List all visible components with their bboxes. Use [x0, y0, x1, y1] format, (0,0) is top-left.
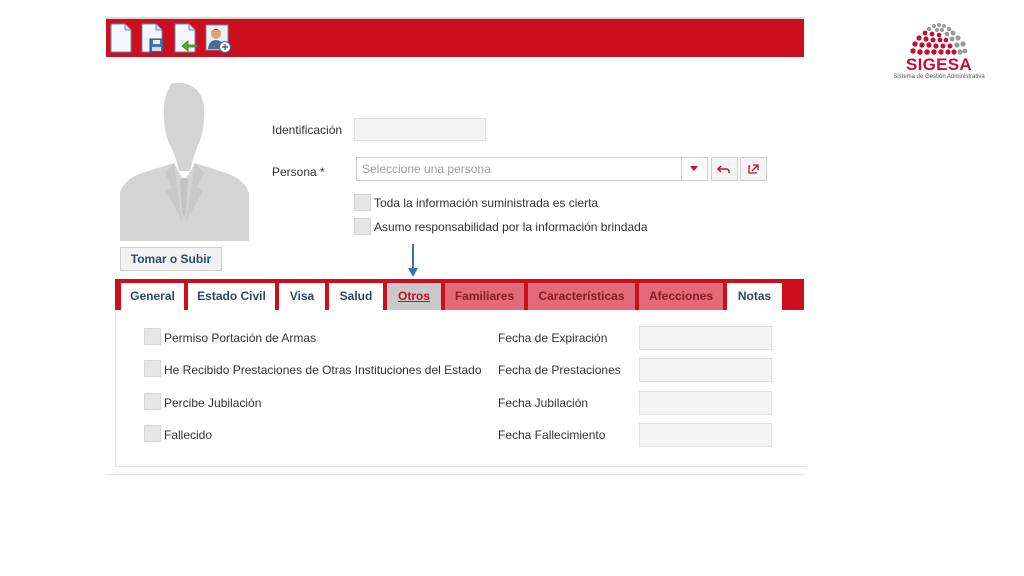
external-link-icon [748, 164, 759, 174]
new-document-icon [110, 23, 132, 53]
export-document-icon [174, 23, 198, 53]
undo-arrow-icon [716, 165, 730, 173]
open-external-button[interactable] [740, 157, 767, 181]
tab-familiares[interactable]: Familiares [445, 283, 524, 310]
identificacion-input[interactable] [354, 118, 486, 141]
sigesa-logo: SIGESA Sistema de Gestión Administrativa [893, 22, 985, 86]
tab-visa[interactable]: Visa [279, 283, 325, 310]
add-person-icon [205, 24, 231, 53]
persona-dropdown-button[interactable] [681, 157, 708, 181]
tab-notas[interactable]: Notas [727, 283, 782, 310]
tab-salud[interactable]: Salud [329, 283, 383, 310]
bottom-divider [106, 474, 804, 475]
tab-afecciones[interactable]: Afecciones [639, 283, 723, 310]
undo-button[interactable] [711, 157, 738, 181]
fecha-expiracion-label: Fecha de Expiración [498, 331, 608, 345]
save-document-button[interactable] [139, 23, 165, 53]
person-silhouette-icon [120, 83, 249, 241]
responsibility-label: Asumo responsabilidad por la información… [374, 220, 648, 234]
take-or-upload-photo-button[interactable]: Tomar o Subir [120, 247, 222, 271]
fecha-jubilacion-label: Fecha Jubilación [498, 396, 589, 410]
permiso-armas-label: Permiso Portación de Armas [164, 331, 317, 345]
persona-label: Persona * [272, 165, 325, 179]
fecha-jubilacion-input[interactable] [639, 391, 772, 415]
responsibility-checkbox[interactable] [354, 218, 371, 235]
jubilacion-checkbox[interactable] [144, 393, 161, 410]
logo-dots-icon [910, 23, 968, 55]
identificacion-label: Identificación [272, 123, 343, 137]
fecha-prestaciones-label: Fecha de Prestaciones [498, 363, 621, 377]
fallecido-label: Fallecido [164, 428, 213, 442]
logo-name: SIGESA [905, 55, 973, 74]
tab-estado-civil[interactable]: Estado Civil [188, 283, 275, 310]
tab-caracteristicas[interactable]: Características [528, 283, 635, 310]
down-arrow-icon [408, 244, 418, 277]
persona-select-placeholder: Seleccione una persona [362, 162, 491, 176]
info-true-checkbox[interactable] [354, 194, 371, 211]
toolbar [106, 19, 804, 57]
fecha-expiracion-input[interactable] [639, 326, 772, 350]
new-document-button[interactable] [108, 23, 134, 53]
info-true-label: Toda la información suministrada es cier… [374, 196, 599, 210]
fecha-fallecimiento-input[interactable] [639, 423, 772, 447]
logo-subtitle: Sistema de Gestión Administrativa [893, 74, 985, 80]
fecha-fallecimiento-label: Fecha Fallecimiento [498, 428, 606, 442]
fallecido-checkbox[interactable] [144, 425, 161, 442]
export-document-button[interactable] [172, 23, 198, 53]
prestaciones-checkbox[interactable] [144, 360, 161, 377]
jubilacion-label: Percibe Jubilación [164, 396, 262, 410]
prestaciones-label: He Recibido Prestaciones de Otras Instit… [164, 363, 482, 377]
tab-otros[interactable]: Otros [387, 283, 441, 310]
save-document-icon [141, 23, 164, 53]
persona-select[interactable]: Seleccione una persona [356, 157, 682, 181]
add-person-button[interactable] [205, 23, 231, 53]
fecha-prestaciones-input[interactable] [639, 358, 772, 382]
tab-general[interactable]: General [121, 283, 184, 310]
permiso-armas-checkbox[interactable] [144, 328, 161, 345]
